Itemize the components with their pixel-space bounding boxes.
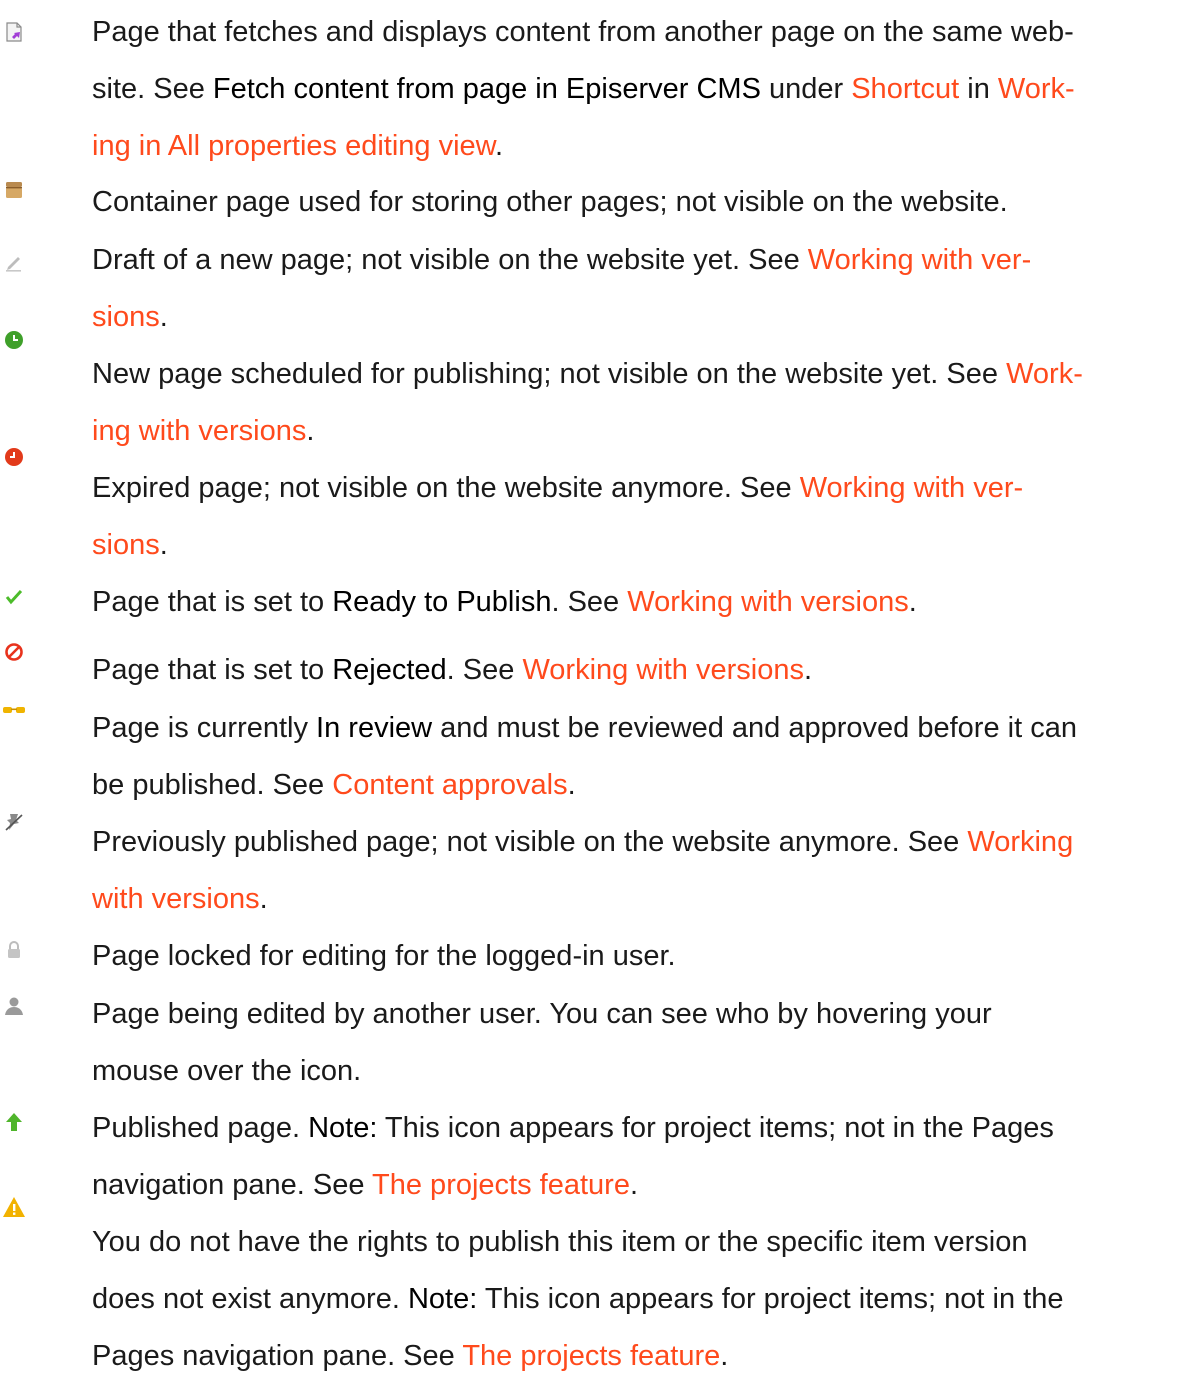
body-text: . [259, 883, 268, 915]
body-text: Pages navigation pane. See [92, 1340, 463, 1372]
body-text: Draft of a new page; not visible on the … [92, 244, 808, 276]
body-text: Page that fetches and displays content f… [92, 16, 1074, 48]
cross-reference-link[interactable]: The projects feature [372, 1169, 630, 1201]
cross-reference-link[interactable]: Working with ver- [808, 244, 1031, 276]
entry-description: Page that is set to Ready to Publish. Se… [92, 574, 1192, 631]
body-text: navigation pane. See [92, 1169, 373, 1201]
body-text: in [959, 73, 998, 105]
body-text: . See [446, 654, 523, 686]
warning-icon [2, 1195, 26, 1219]
cross-reference-link[interactable]: Work- [1006, 358, 1083, 390]
entry-description: Page is currently In review and must be … [92, 700, 1192, 814]
body-text: This icon appears for project items; not… [477, 1283, 1064, 1315]
body-text: . [567, 769, 576, 801]
body-text: Page being edited by another user. You c… [92, 998, 992, 1030]
body-text: You do not have the rights to publish th… [92, 1226, 1028, 1258]
body-text: . See [551, 586, 628, 618]
entry-description: Expired page; not visible on the website… [92, 460, 1192, 574]
entry-description: Previously published page; not visible o… [92, 814, 1192, 928]
body-text: Page that is set to [92, 586, 333, 618]
body-text: Page is currently [92, 712, 317, 744]
cross-reference-link[interactable]: The projects feature [462, 1340, 720, 1372]
body-text: site. See [92, 73, 213, 105]
entry-description: Page being edited by another user. You c… [92, 986, 1192, 1100]
in-review-glasses-icon [2, 698, 26, 722]
ui-term: In review [316, 712, 433, 744]
body-text: be published. See [92, 769, 333, 801]
body-text: under [760, 73, 852, 105]
body-text: does not exist anymore. [92, 1283, 408, 1315]
entry-description: Page that is set to Rejected. See Workin… [92, 642, 1192, 699]
body-text: . [720, 1340, 729, 1372]
scheduled-clock-icon [2, 328, 26, 352]
cross-reference-link[interactable]: Work- [998, 73, 1075, 105]
cross-reference-link[interactable]: sions [92, 301, 160, 333]
entry-description: Container page used for storing other pa… [92, 174, 1192, 231]
container-page-icon [2, 178, 26, 202]
cross-reference-link[interactable]: with versions [92, 883, 260, 915]
expired-clock-icon [2, 445, 26, 469]
body-text: Page locked for editing for the logged-i… [92, 940, 676, 972]
entry-description: Draft of a new page; not visible on the … [92, 232, 1192, 346]
entry-description: New page scheduled for publishing; not v… [92, 346, 1192, 460]
body-text: Container page used for storing other pa… [92, 186, 1008, 218]
body-text: This icon appears for project items; not… [377, 1112, 1054, 1144]
page-shortcut-icon [2, 20, 26, 44]
published-arrow-up-icon [2, 1110, 26, 1134]
body-text: . [908, 586, 917, 618]
lock-icon [2, 938, 26, 962]
body-text: . [803, 654, 813, 686]
body-text: . [629, 1169, 639, 1201]
cross-reference-link[interactable]: ing with versions [92, 415, 306, 447]
rejected-icon [2, 640, 26, 664]
user-icon [2, 994, 26, 1018]
body-text: Previously published page; not visible o… [92, 826, 968, 858]
body-text: Expired page; not visible on the website… [92, 472, 800, 504]
cross-reference-link[interactable]: sions [92, 529, 160, 561]
body-text: mouse over the icon. [92, 1055, 362, 1087]
draft-pencil-icon [2, 250, 26, 274]
cross-reference-link[interactable]: Content approvals [332, 769, 567, 801]
body-text: New page scheduled for publishing; not v… [92, 358, 1007, 390]
cross-reference-link[interactable]: ing in All properties editing view [92, 130, 495, 162]
ui-term: Ready to Publish [332, 586, 552, 618]
body-text: . [159, 529, 168, 561]
body-text: Published page. [92, 1112, 309, 1144]
entry-description: Published page. Note: This icon appears … [92, 1100, 1192, 1214]
cross-reference-link[interactable]: Working [967, 826, 1073, 858]
cross-reference-link[interactable]: Working with versions [522, 654, 804, 686]
cross-reference-link[interactable]: Shortcut [851, 73, 959, 105]
entry-description: You do not have the rights to publish th… [92, 1214, 1192, 1385]
cross-reference-link[interactable]: Working with ver- [800, 472, 1023, 504]
body-text: . [495, 130, 504, 162]
cross-reference-link[interactable]: Working with versions [627, 586, 909, 618]
ui-term: Note: [308, 1112, 378, 1144]
body-text: . [306, 415, 315, 447]
ui-term: Rejected [332, 654, 447, 686]
ui-term: Note: [407, 1283, 478, 1315]
ui-term: Fetch content from page in Episerver CMS [212, 73, 761, 105]
entry-description: Page that fetches and displays content f… [92, 4, 1192, 175]
body-text: Page that is set to [92, 654, 333, 686]
entry-description: Page locked for editing for the logged-i… [92, 928, 1192, 985]
body-text: . [159, 301, 168, 333]
checkmark-icon [2, 585, 26, 609]
body-text: and must be reviewed and approved before… [432, 712, 1077, 744]
unpublished-pin-icon [2, 810, 26, 834]
